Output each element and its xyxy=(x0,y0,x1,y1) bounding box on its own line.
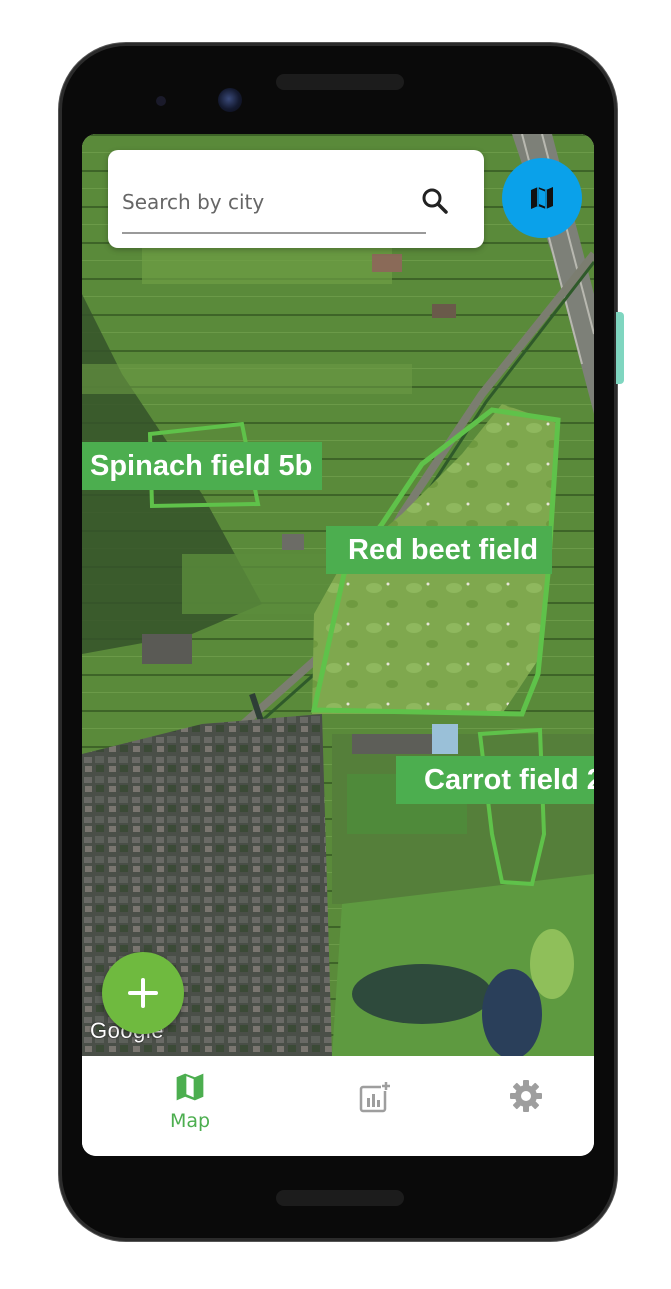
map-icon xyxy=(176,1073,204,1101)
map-imagery xyxy=(82,134,594,1056)
phone-sensor xyxy=(156,96,166,106)
search-box xyxy=(108,150,484,248)
field-label-spinach[interactable]: Spinach field 5b xyxy=(82,442,323,490)
bottom-navigation: Map xyxy=(82,1056,594,1156)
map-icon xyxy=(531,187,553,209)
field-label-carrot[interactable]: Carrot field 2 xyxy=(396,756,594,804)
nav-settings[interactable] xyxy=(482,1056,570,1156)
map-type-button[interactable] xyxy=(502,158,582,238)
satellite-map[interactable]: Spinach field 5b Red beet field Carrot f… xyxy=(82,134,594,1056)
plus-icon xyxy=(128,978,158,1008)
nav-map-label: Map xyxy=(169,1110,211,1132)
phone-speaker xyxy=(276,74,404,90)
nav-statistics[interactable] xyxy=(332,1056,420,1156)
phone-bottom-speaker xyxy=(276,1190,404,1206)
search-icon[interactable] xyxy=(420,186,450,216)
search-input[interactable] xyxy=(122,188,402,216)
app-screen: Spinach field 5b Red beet field Carrot f… xyxy=(82,134,594,1156)
field-label-red-beet[interactable]: Red beet field xyxy=(326,526,553,574)
phone-camera xyxy=(218,88,242,112)
search-underline xyxy=(122,232,426,234)
add-field-button[interactable] xyxy=(102,952,184,1034)
nav-map[interactable]: Map xyxy=(142,1056,238,1156)
phone-side-button xyxy=(616,312,624,384)
gear-icon xyxy=(510,1080,542,1112)
chart-add-icon xyxy=(359,1081,391,1113)
